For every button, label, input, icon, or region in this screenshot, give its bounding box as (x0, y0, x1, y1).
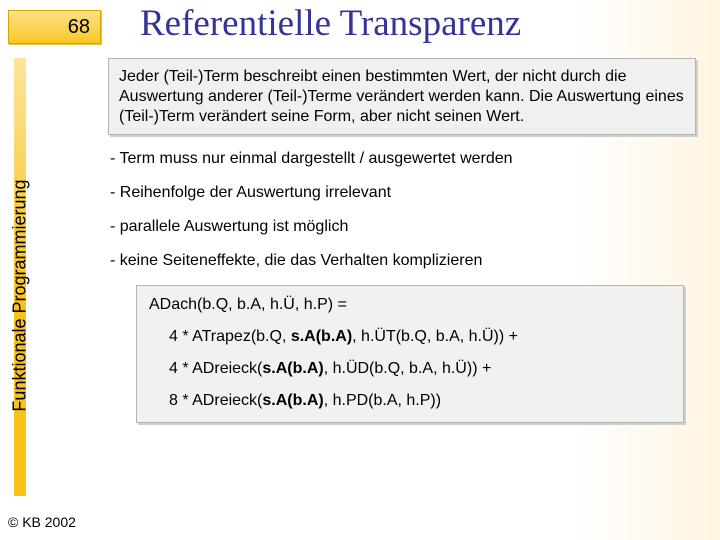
bullet-item: - Reihenfolge der Auswertung irrelevant (110, 183, 704, 203)
code-line: ADach(b.Q, b.A, h.Ü, h.P) = (149, 296, 671, 314)
bullet-item: - parallele Auswertung ist möglich (110, 217, 704, 237)
code-text: , h.PD(b.A, h.P)) (324, 392, 441, 409)
sidebar-label-container: Funktionale Programmierung (6, 150, 34, 440)
bullet-item: - Term muss nur einmal dargestellt / aus… (110, 149, 704, 169)
page-number: 68 (68, 16, 90, 39)
code-text: , h.ÜD(b.Q, b.A, h.Ü)) + (324, 360, 492, 377)
sidebar-label: Funktionale Programmierung (10, 179, 31, 411)
code-line: 4 * ADreieck(s.A(b.A), h.ÜD(b.Q, b.A, h.… (169, 360, 671, 378)
code-text: , h.ÜT(b.Q, b.A, h.Ü)) + (352, 328, 518, 345)
code-text: 8 * ADreieck( (169, 392, 262, 409)
definition-box: Jeder (Teil-)Term beschreibt einen besti… (108, 58, 696, 135)
code-text: 4 * ADreieck( (169, 360, 262, 377)
code-box: ADach(b.Q, b.A, h.Ü, h.P) = 4 * ATrapez(… (136, 285, 684, 423)
copyright: © KB 2002 (8, 514, 76, 530)
bullet-item: - keine Seiteneffekte, die das Verhalten… (110, 251, 704, 271)
code-bold: s.A(b.A) (262, 392, 323, 409)
content-area: Jeder (Teil-)Term beschreibt einen besti… (108, 58, 704, 423)
slide-title: Referentielle Transparenz (140, 2, 521, 45)
code-line: 8 * ADreieck(s.A(b.A), h.PD(b.A, h.P)) (169, 392, 671, 410)
code-bold: s.A(b.A) (291, 328, 352, 345)
code-text: 4 * ATrapez(b.Q, (169, 328, 291, 345)
page-number-box: 68 (8, 10, 101, 44)
bullet-list: - Term muss nur einmal dargestellt / aus… (110, 149, 704, 271)
code-bold: s.A(b.A) (262, 360, 323, 377)
slide: 68 Referentielle Transparenz Funktionale… (0, 0, 720, 540)
code-line: 4 * ATrapez(b.Q, s.A(b.A), h.ÜT(b.Q, b.A… (169, 328, 671, 346)
